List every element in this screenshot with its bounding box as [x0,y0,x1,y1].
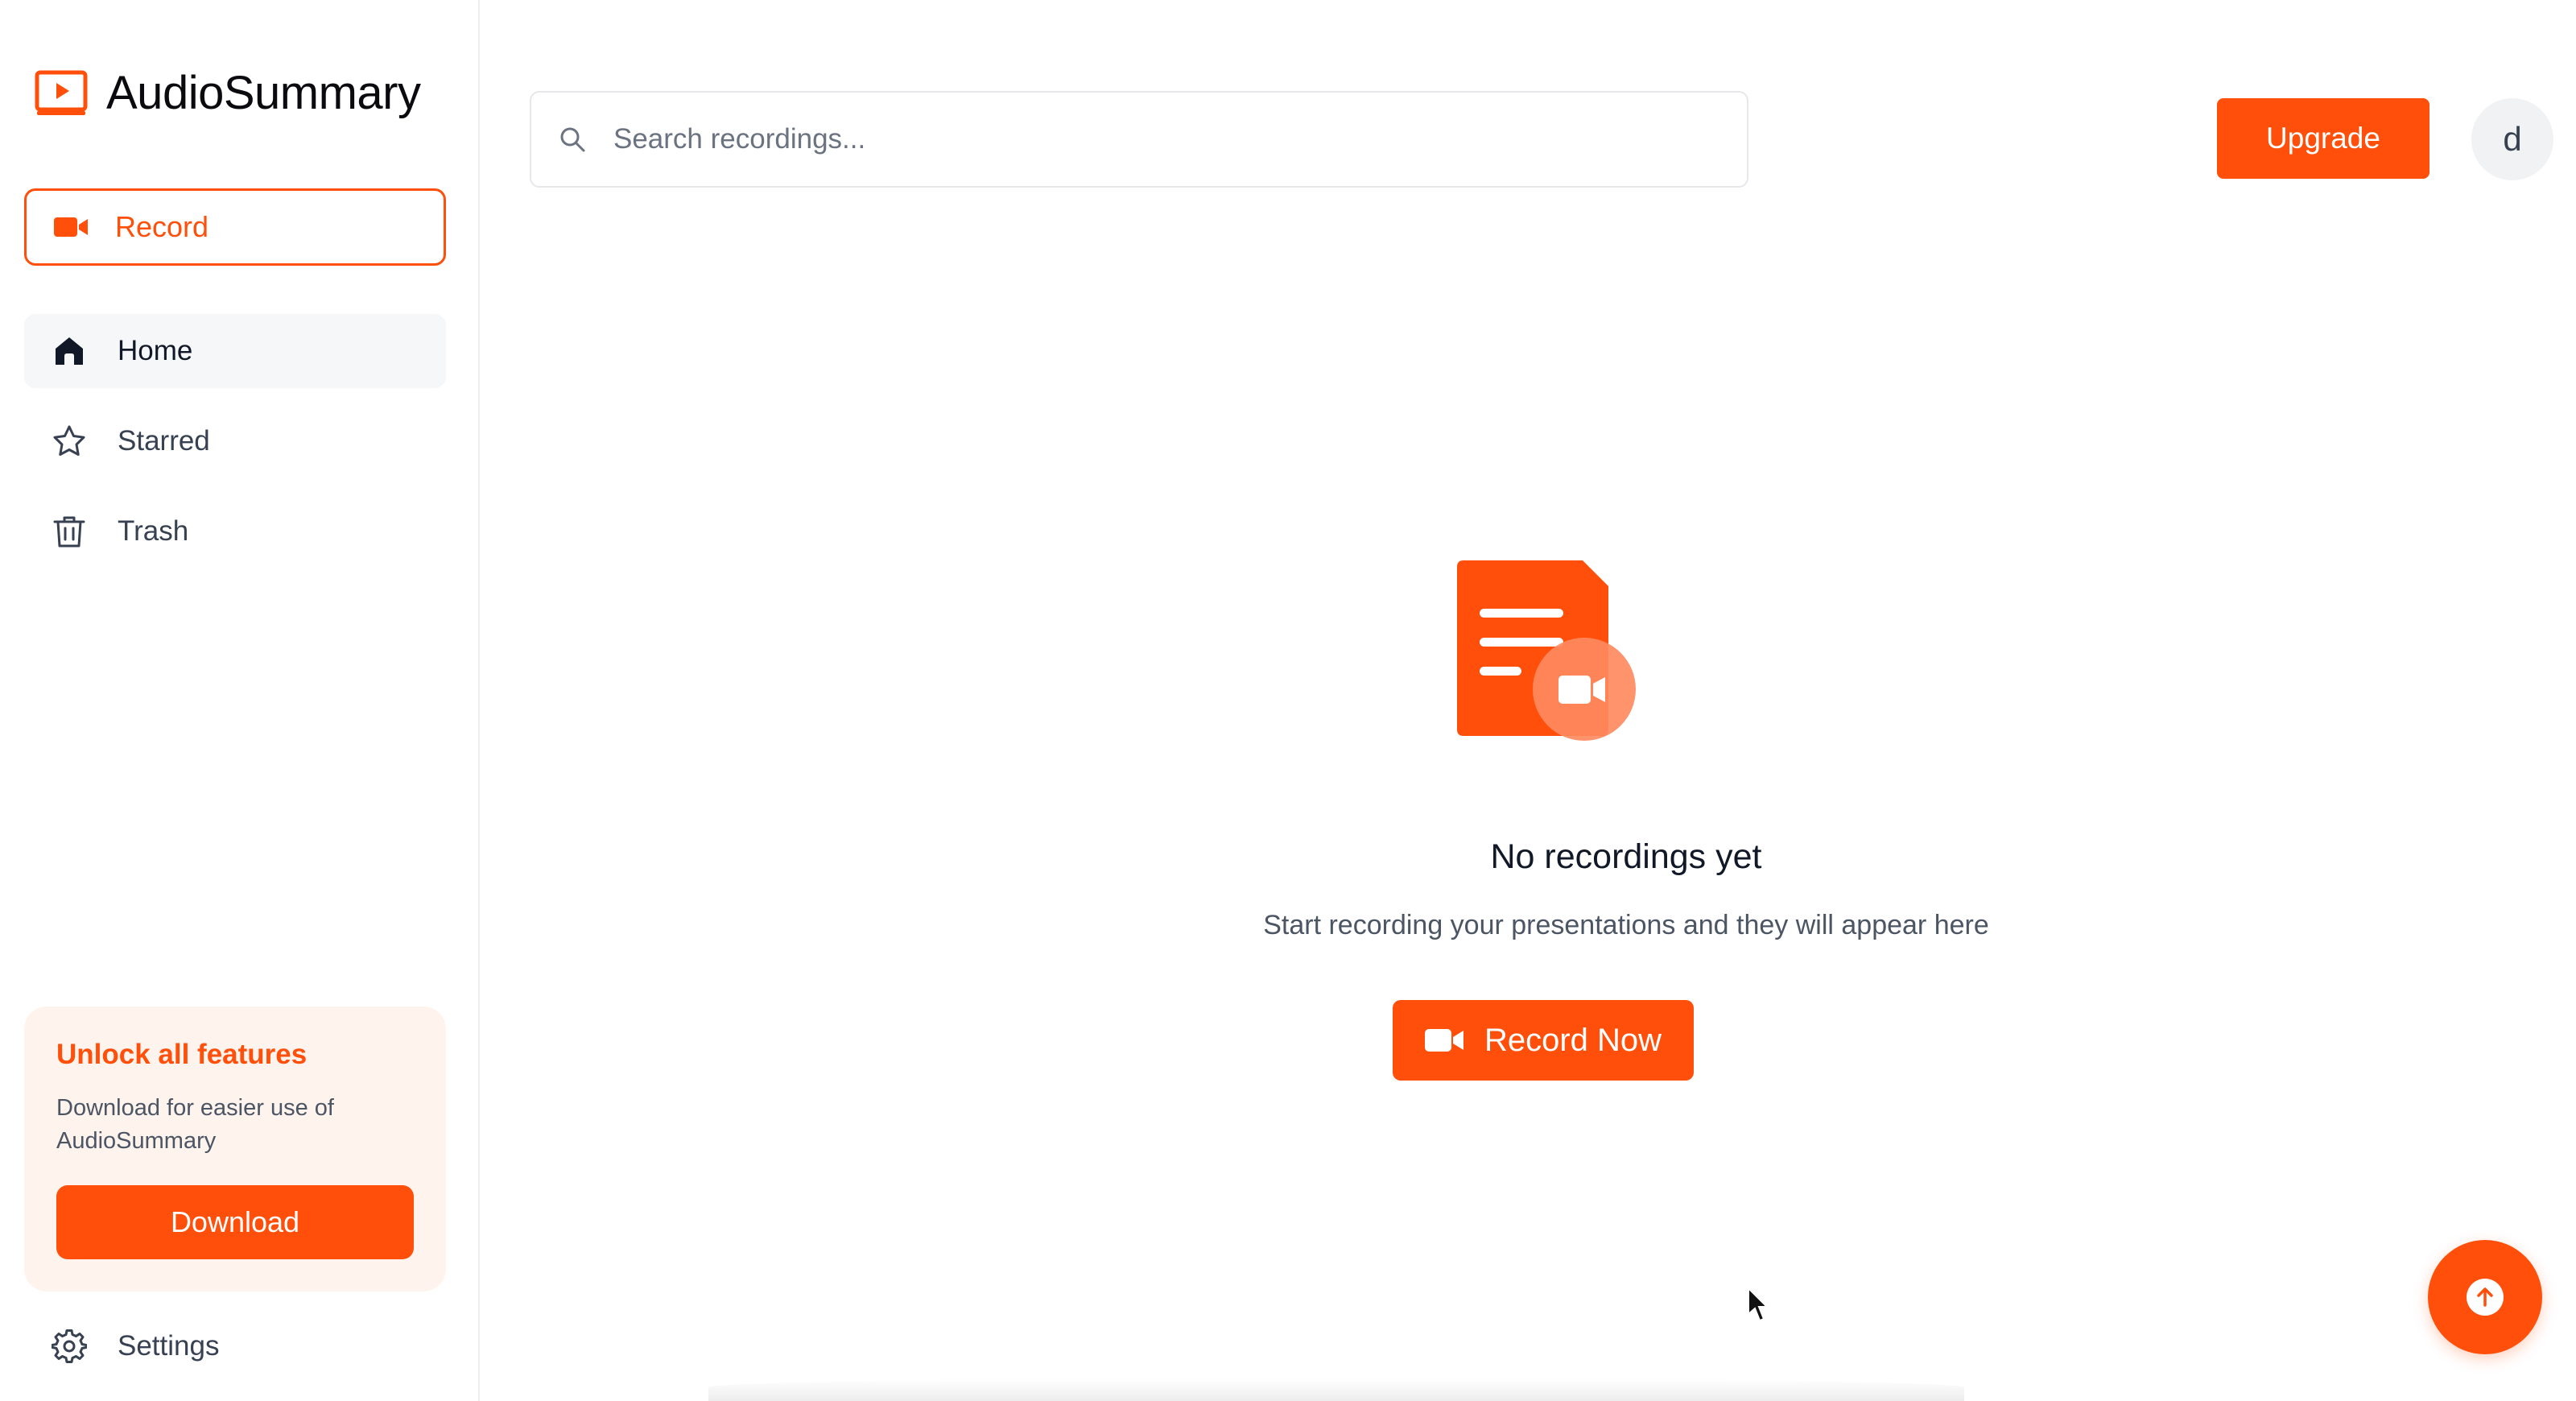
upgrade-button[interactable]: Upgrade [2217,98,2429,179]
mouse-cursor-icon [1748,1287,1769,1322]
promo-text: Download for easier use of AudioSummary [56,1095,334,1154]
play-screen-icon [35,70,88,115]
arrow-up-icon [2467,1279,2504,1316]
sidebar-nav: Home Starred Trash [24,314,446,585]
sidebar-item-trash[interactable]: Trash [24,494,446,568]
empty-state-title: No recordings yet [1490,837,1762,876]
sidebar-item-settings[interactable]: Settings [24,1309,446,1383]
floating-action-button[interactable] [2428,1240,2542,1354]
record-now-label: Record Now [1484,1022,1662,1058]
sidebar-item-starred[interactable]: Starred [24,404,446,478]
empty-state-subtitle: Start recording your presentations and t… [1263,910,1989,940]
unlock-features-card: Unlock all features Download for easier … [24,1006,446,1291]
record-button[interactable]: Record [24,188,446,266]
video-camera-icon [54,217,88,237]
bottom-panel-shadow [708,1378,1964,1401]
sidebar-item-label: Home [118,335,193,366]
download-button[interactable]: Download [56,1185,414,1259]
brand[interactable]: AudioSummary [34,64,421,121]
record-now-button[interactable]: Record Now [1393,1000,1694,1081]
settings-label: Settings [118,1330,220,1362]
video-camera-icon [1424,1029,1463,1052]
trash-icon [53,516,85,548]
document-video-icon [1457,560,1636,741]
promo-title: Unlock all features [56,1039,308,1070]
record-button-label: Record [115,210,209,243]
avatar[interactable]: d [2471,98,2553,180]
search-icon [560,127,585,152]
sidebar-item-home[interactable]: Home [24,314,446,388]
sidebar: AudioSummary Record Home Starred Trash U… [0,0,480,1401]
home-icon [56,337,83,365]
sidebar-item-label: Trash [118,515,189,547]
app-name: AudioSummary [106,66,421,119]
star-icon [53,425,85,456]
search-bar[interactable] [530,91,1748,188]
search-input[interactable] [613,115,1724,163]
gear-icon [52,1329,87,1363]
sidebar-item-label: Starred [118,425,210,457]
